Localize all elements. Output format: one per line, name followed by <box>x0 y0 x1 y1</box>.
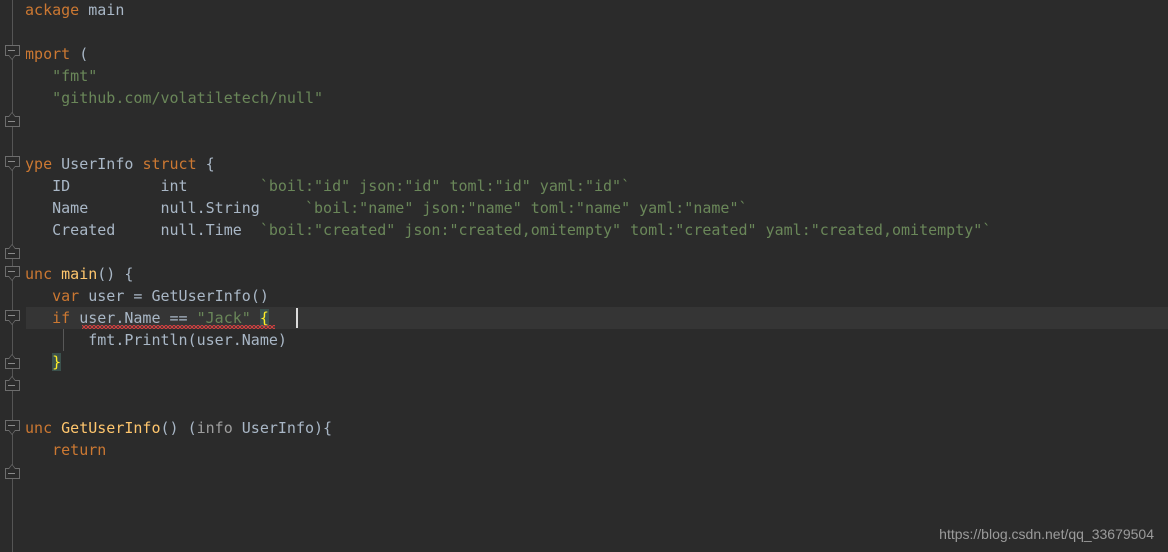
line-import-null[interactable]: "github.com/volatiletech/null" <box>16 87 323 109</box>
fold-minus-icon <box>8 121 15 122</box>
fold-minus-icon <box>8 253 15 254</box>
fold-minus-icon <box>8 271 15 272</box>
fold-struct-close[interactable] <box>5 244 20 259</box>
fold-getuserinfo-close[interactable] <box>5 464 20 479</box>
fold-minus-icon <box>8 50 15 51</box>
fold-main-close[interactable] <box>5 376 20 391</box>
fold-tip-inner <box>9 355 15 359</box>
fold-tip-inner <box>9 276 15 280</box>
code-text-area[interactable]: package main import ( "fmt" "github.com/v… <box>0 0 1168 552</box>
fold-if-close[interactable] <box>5 354 20 369</box>
fold-minus-icon <box>8 473 15 474</box>
line-var-user[interactable]: var user = GetUserInfo() <box>16 285 269 307</box>
fold-getuserinfo-open[interactable] <box>5 420 20 435</box>
fold-import-close[interactable] <box>5 112 20 127</box>
line-package-main[interactable]: package main <box>16 0 124 21</box>
fold-minus-icon <box>8 161 15 162</box>
fold-struct-open[interactable] <box>5 156 20 171</box>
fold-minus-icon <box>8 315 15 316</box>
fold-tip-inner <box>9 245 15 249</box>
fold-import-open[interactable] <box>5 45 20 60</box>
fold-minus-icon <box>8 385 15 386</box>
line-import-fmt[interactable]: "fmt" <box>16 65 97 87</box>
fold-minus-icon <box>8 425 15 426</box>
text-caret <box>296 308 298 328</box>
line-field-created[interactable]: Created null.Time `boil:"created" json:"… <box>16 219 991 241</box>
line-func-main[interactable]: func main() { <box>16 263 133 285</box>
line-return[interactable]: return <box>16 439 106 461</box>
editor-gutter[interactable] <box>0 0 26 552</box>
line-fmt-println[interactable]: fmt.Println(user.Name) <box>16 329 287 351</box>
line-field-name[interactable]: Name null.String `boil:"name" json:"name… <box>16 197 747 219</box>
line-type-userinfo[interactable]: type UserInfo struct { <box>16 153 215 175</box>
fold-main-open[interactable] <box>5 266 20 281</box>
fold-minus-icon <box>8 363 15 364</box>
line-func-getuserinfo[interactable]: func GetUserInfo() (info UserInfo){ <box>16 417 332 439</box>
fold-tip-inner <box>9 166 15 170</box>
line-import-open[interactable]: import ( <box>16 43 88 65</box>
fold-tip-inner <box>9 113 15 117</box>
error-squiggle-if-condition <box>82 325 275 329</box>
fold-tip-inner <box>9 430 15 434</box>
fold-tip-inner <box>9 55 15 59</box>
code-editor-window: package main import ( "fmt" "github.com/v… <box>0 0 1168 552</box>
watermark-url: https://blog.csdn.net/qq_33679504 <box>939 526 1154 542</box>
fold-tip-inner <box>9 465 15 469</box>
fold-tip-inner <box>9 320 15 324</box>
fold-if-open[interactable] <box>5 310 20 325</box>
line-field-id[interactable]: ID int `boil:"id" json:"id" toml:"id" ya… <box>16 175 630 197</box>
fold-tip-inner <box>9 377 15 381</box>
